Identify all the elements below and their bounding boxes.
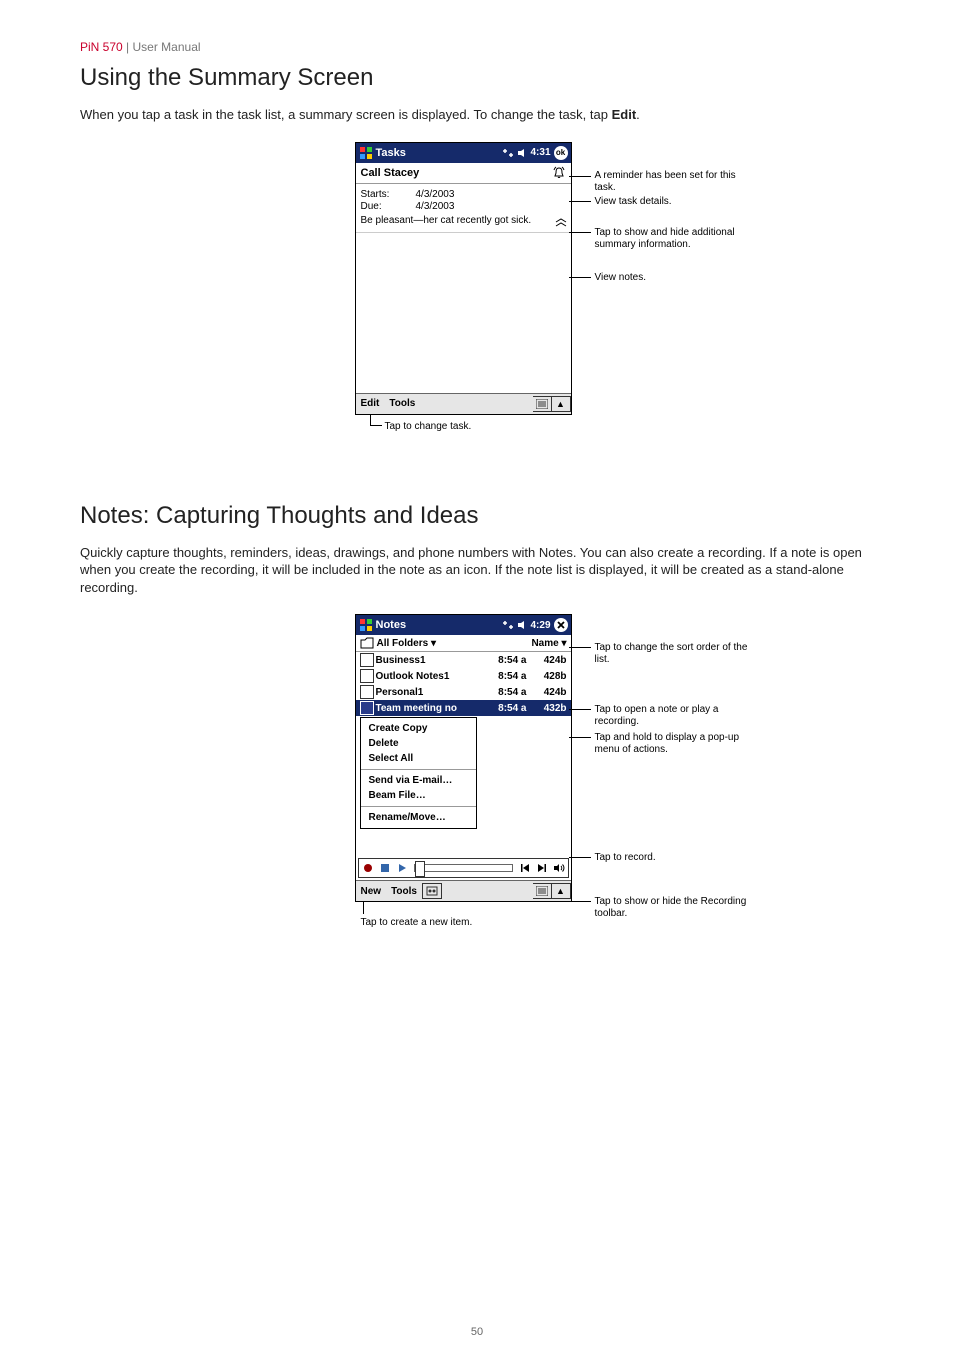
tasks-titlebar: Tasks 4:31 ok [356, 143, 571, 163]
notes-folder-row: All Folders ▾ Name ▾ [356, 635, 571, 652]
start-icon[interactable] [359, 618, 373, 632]
page-header: PiN 570 | User Manual [80, 40, 874, 54]
context-menu: Create Copy Delete Select All Send via E… [360, 717, 477, 829]
sort-dropdown[interactable]: Name ▾ [531, 638, 566, 649]
speaker-icon [517, 148, 527, 158]
notes-bottom-caption: Tap to create a new item. [361, 917, 473, 928]
note-icon [360, 685, 374, 699]
stop-icon[interactable] [378, 861, 392, 875]
task-notes-area [356, 233, 571, 393]
starts-value: 4/3/2003 [416, 189, 566, 200]
connectivity-icon [502, 148, 514, 158]
tasks-bottom-caption: Tap to change task. [385, 421, 472, 432]
callout-record: Tap to record. [595, 852, 760, 864]
list-item[interactable]: Personal1 8:54 a 424b [356, 684, 571, 700]
notes-list: Business1 8:54 a 424b Outlook Notes1 8:5… [356, 652, 571, 716]
volume-icon[interactable] [552, 861, 566, 875]
note-icon [360, 669, 374, 683]
product-name: PiN 570 [80, 40, 123, 54]
tasks-subheader: Call Stacey [356, 163, 571, 184]
due-label: Due: [361, 201, 416, 212]
ok-button[interactable]: ok [554, 146, 568, 160]
callout-viewdetails: View task details. [595, 196, 760, 208]
tools-menu[interactable]: Tools [386, 886, 422, 897]
callout-sort: Tap to change the sort order of the list… [595, 642, 760, 666]
tasks-app-title: Tasks [376, 147, 503, 159]
ctx-rename-move[interactable]: Rename/Move… [361, 810, 476, 825]
callout-open: Tap to open a note or play a recording. [595, 704, 760, 728]
speaker-icon [517, 620, 527, 630]
page-number: 50 [0, 1326, 954, 1338]
list-item[interactable]: Business1 8:54 a 424b [356, 652, 571, 668]
doc-label: User Manual [133, 40, 201, 54]
keyboard-icon[interactable] [533, 396, 552, 412]
callout-showhide: Tap to show or hide the Recording toolba… [595, 896, 760, 920]
list-item[interactable]: Outlook Notes1 8:54 a 428b [356, 668, 571, 684]
folder-dropdown[interactable]: All Folders ▾ [377, 638, 437, 649]
recording-toggle-icon[interactable] [422, 883, 442, 899]
close-button[interactable] [554, 618, 568, 632]
start-icon[interactable] [359, 146, 373, 160]
ctx-select-all[interactable]: Select All [361, 751, 476, 766]
sip-up-icon[interactable]: ▲ [552, 396, 571, 412]
callout-toggle: Tap to show and hide additional summary … [595, 227, 760, 251]
task-title: Call Stacey [361, 167, 420, 179]
section1-title: Using the Summary Screen [80, 64, 874, 92]
notes-figure: Notes 4:29 All [80, 614, 874, 924]
notes-app-title: Notes [376, 619, 503, 631]
prev-icon[interactable] [518, 861, 532, 875]
task-dates: Starts: 4/3/2003 Due: 4/3/2003 [356, 184, 571, 212]
keyboard-icon[interactable] [533, 883, 552, 899]
ctx-beam-file[interactable]: Beam File… [361, 788, 476, 803]
toggle-caret-icon[interactable] [555, 218, 567, 228]
folder-icon [360, 637, 374, 649]
section1-body: When you tap a task in the task list, a … [80, 106, 874, 124]
notes-device: Notes 4:29 All [355, 614, 572, 902]
list-item-selected[interactable]: Team meeting no 8:54 a 432b [356, 700, 571, 716]
tasks-clock: 4:31 [530, 147, 550, 158]
callout-viewnotes: View notes. [595, 272, 760, 284]
note-icon [360, 701, 374, 715]
due-value: 4/3/2003 [416, 201, 566, 212]
tasks-device: Tasks 4:31 ok Call Stacey [355, 142, 572, 415]
notes-titlebar: Notes 4:29 [356, 615, 571, 635]
ctx-create-copy[interactable]: Create Copy [361, 721, 476, 736]
play-icon[interactable] [395, 861, 409, 875]
section2-title: Notes: Capturing Thoughts and Ideas [80, 502, 874, 530]
notes-menubar: New Tools ▲ [356, 880, 571, 901]
reminder-bell-icon [552, 166, 566, 180]
task-note: Be pleasant—her cat recently got sick. [356, 212, 571, 233]
recording-toolbar [358, 858, 569, 878]
notes-clock: 4:29 [530, 620, 550, 631]
callout-hold: Tap and hold to display a pop-up menu of… [595, 732, 760, 756]
callout-reminder: A reminder has been set for this task. [595, 170, 760, 194]
edit-menu[interactable]: Edit [356, 398, 385, 409]
ctx-delete[interactable]: Delete [361, 736, 476, 751]
note-icon [360, 653, 374, 667]
tasks-menubar: Edit Tools ▲ [356, 393, 571, 414]
connectivity-icon [502, 620, 514, 630]
new-menu[interactable]: New [356, 886, 387, 897]
playback-slider[interactable] [414, 864, 513, 872]
next-icon[interactable] [535, 861, 549, 875]
starts-label: Starts: [361, 189, 416, 200]
tools-menu[interactable]: Tools [384, 398, 420, 409]
tasks-figure: Tasks 4:31 ok Call Stacey [80, 142, 874, 442]
sip-up-icon[interactable]: ▲ [552, 883, 571, 899]
ctx-send-email[interactable]: Send via E-mail… [361, 773, 476, 788]
section2-body: Quickly capture thoughts, reminders, ide… [80, 544, 874, 597]
record-icon[interactable] [361, 861, 375, 875]
